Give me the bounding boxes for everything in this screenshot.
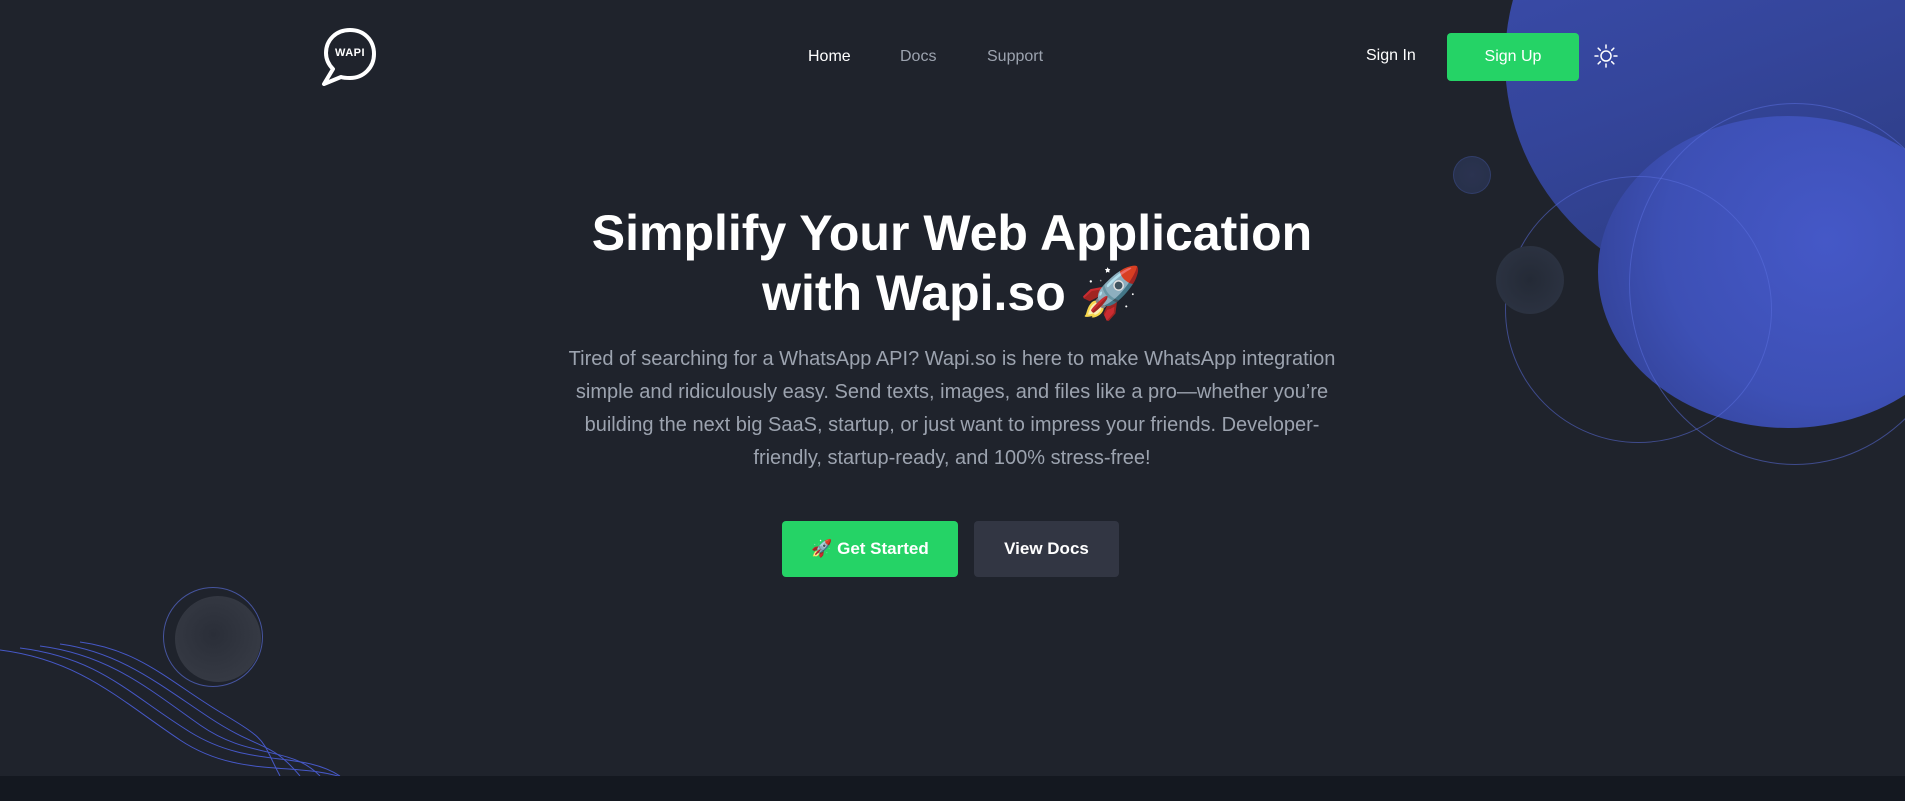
hero-description: Tired of searching for a WhatsApp API? W… — [568, 348, 1336, 469]
next-section-edge — [0, 776, 1905, 801]
hero-title: Simplify Your Web Application with Wapi.… — [452, 203, 1452, 323]
landing-page: WAPI Home Docs Support Sign In Sign Up S… — [0, 0, 1905, 801]
nav-docs-link[interactable]: Docs — [900, 47, 936, 67]
sign-up-button[interactable]: Sign Up — [1447, 33, 1579, 81]
hero-title-line2: with Wapi.so 🚀 — [762, 265, 1142, 321]
hero-title-line1: Simplify Your Web Application — [591, 205, 1313, 261]
decorative-dot — [1453, 156, 1491, 194]
sign-in-link[interactable]: Sign In — [1366, 47, 1416, 65]
wapi-logo[interactable]: WAPI — [321, 27, 379, 87]
get-started-button[interactable]: 🚀 Get Started — [782, 521, 958, 577]
view-docs-button[interactable]: View Docs — [974, 521, 1119, 577]
decorative-waves — [0, 641, 341, 776]
decorative-dot — [1496, 246, 1564, 314]
theme-toggle-button[interactable] — [1594, 44, 1618, 68]
logo-text: WAPI — [334, 47, 366, 59]
nav-support-link[interactable]: Support — [987, 47, 1043, 67]
nav-home-link[interactable]: Home — [808, 47, 851, 67]
sun-icon — [1594, 44, 1618, 68]
